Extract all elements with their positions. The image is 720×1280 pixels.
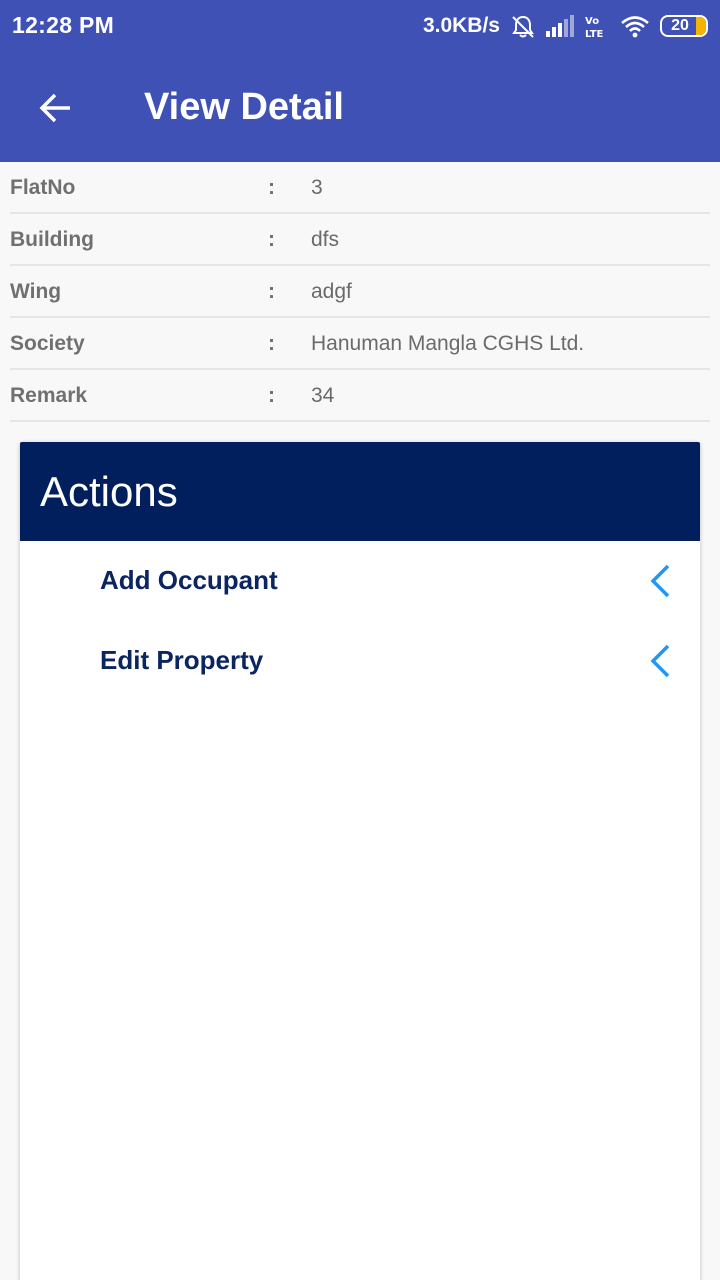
- wifi-icon: [620, 14, 650, 38]
- detail-value: 3: [311, 176, 323, 199]
- status-bar: 12:28 PM 3.0KB/s Vo LTE 20: [0, 0, 720, 52]
- detail-label: FlatNo: [10, 176, 76, 199]
- svg-text:LTE: LTE: [585, 29, 604, 39]
- detail-row-building: Building : dfs: [10, 214, 710, 266]
- volte-icon: Vo LTE: [584, 13, 610, 39]
- action-label: Add Occupant: [100, 565, 278, 595]
- detail-separator: :: [268, 280, 275, 303]
- network-speed: 3.0KB/s: [422, 14, 500, 37]
- detail-row-wing: Wing : adgf: [10, 266, 710, 318]
- detail-value: Hanuman Mangla CGHS Ltd.: [311, 332, 585, 355]
- detail-separator: :: [268, 176, 275, 199]
- chevron-left-icon: [650, 644, 670, 678]
- edit-property-button[interactable]: Edit Property: [20, 621, 700, 701]
- signal-icon: [546, 15, 574, 37]
- detail-row-remark: Remark : 34: [10, 370, 710, 422]
- battery-level: 20: [671, 17, 689, 34]
- actions-title: Actions: [40, 467, 178, 515]
- detail-label: Remark: [10, 384, 88, 407]
- mute-alarm-icon: [510, 13, 536, 39]
- arrow-left-icon: [39, 93, 70, 123]
- detail-separator: :: [268, 228, 275, 251]
- detail-row-flatno: FlatNo : 3: [10, 162, 710, 214]
- page-title: View Detail: [144, 86, 344, 128]
- chevron-left-icon: [650, 564, 670, 598]
- detail-separator: :: [268, 384, 275, 407]
- detail-separator: :: [268, 332, 275, 355]
- back-button[interactable]: [28, 80, 84, 136]
- detail-label: Wing: [10, 280, 62, 303]
- property-details: FlatNo : 3 Building : dfs Wing : adgf So…: [0, 162, 720, 422]
- detail-label: Society: [10, 332, 85, 355]
- status-time: 12:28 PM: [12, 12, 115, 38]
- detail-value: adgf: [311, 280, 352, 303]
- actions-header: Actions: [20, 442, 700, 541]
- status-icons: 3.0KB/s Vo LTE 20: [423, 10, 708, 42]
- detail-value: dfs: [311, 228, 340, 251]
- svg-text:Vo: Vo: [585, 16, 599, 27]
- actions-card: Actions Add Occupant Edit Property: [20, 442, 700, 1280]
- detail-row-society: Society : Hanuman Mangla CGHS Ltd.: [10, 318, 710, 370]
- app-bar: 12:28 PM 3.0KB/s Vo LTE 20 View Detail: [0, 0, 720, 162]
- battery-icon: 20: [660, 15, 708, 37]
- action-label: Edit Property: [100, 645, 264, 675]
- detail-value: 34: [311, 384, 335, 407]
- add-occupant-button[interactable]: Add Occupant: [20, 541, 700, 621]
- detail-label: Building: [10, 228, 94, 251]
